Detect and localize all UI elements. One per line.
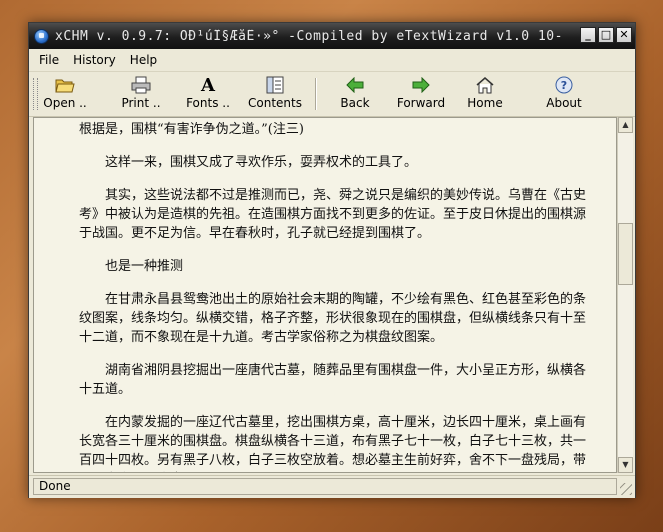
document-text: 根据是，围棋“有害诈争伪之道。”(注三) 这样一来，围棋又成了寻欢作乐，耍弄权术… bbox=[34, 118, 616, 472]
document-view[interactable]: 根据是，围棋“有害诈争伪之道。”(注三) 这样一来，围棋又成了寻欢作乐，耍弄权术… bbox=[33, 117, 617, 473]
status-text: Done bbox=[33, 478, 617, 495]
menu-help[interactable]: Help bbox=[130, 53, 157, 67]
minimize-button[interactable]: _ bbox=[580, 27, 596, 43]
title-bar[interactable]: xCHM v. 0.9.7: ÕÐ¹úÎ§ÆåÊ·»° -Compiled by… bbox=[29, 23, 635, 49]
back-button[interactable]: Back bbox=[333, 74, 377, 114]
vertical-scrollbar[interactable]: ▲ ▼ bbox=[617, 117, 633, 473]
back-label: Back bbox=[340, 96, 370, 110]
home-button[interactable]: Home bbox=[463, 74, 507, 114]
app-window: xCHM v. 0.9.7: ÕÐ¹úÎ§ÆåÊ·»° -Compiled by… bbox=[28, 22, 636, 498]
forward-label: Forward bbox=[396, 96, 446, 110]
forward-arrow-icon bbox=[393, 74, 449, 96]
font-glyph: A bbox=[201, 74, 215, 96]
scroll-down-arrow-icon[interactable]: ▼ bbox=[618, 457, 633, 473]
toolbar: Open .. Print .. A Fonts .. Contents Bac… bbox=[29, 72, 635, 117]
toolbar-separator bbox=[315, 78, 317, 110]
resize-grip-icon[interactable] bbox=[620, 483, 632, 495]
print-label: Print .. bbox=[121, 96, 161, 110]
contents-label: Contents bbox=[248, 96, 302, 110]
about-button[interactable]: ? About bbox=[541, 74, 587, 114]
menu-bar: File History Help bbox=[29, 49, 635, 72]
printer-icon bbox=[113, 74, 169, 96]
window-controls: _ □ ✕ bbox=[580, 27, 632, 43]
about-label: About bbox=[546, 96, 582, 110]
menu-file[interactable]: File bbox=[39, 53, 59, 67]
window-title: xCHM v. 0.9.7: ÕÐ¹úÎ§ÆåÊ·»° -Compiled by… bbox=[55, 28, 563, 44]
svg-text:?: ? bbox=[561, 79, 567, 92]
help-question-icon: ? bbox=[541, 74, 587, 96]
contents-icon bbox=[245, 74, 305, 96]
forward-button[interactable]: Forward bbox=[393, 74, 449, 114]
paragraph: 在内蒙发掘的一座辽代古墓里，挖出围棋方桌，高十厘米，边长四十厘米，桌上画有长宽各… bbox=[79, 415, 587, 468]
paragraph: 这样一来，围棋又成了寻欢作乐，耍弄权术的工具了。 bbox=[105, 155, 418, 170]
paragraph: 也是一种推测 bbox=[105, 259, 184, 274]
back-arrow-icon bbox=[333, 74, 377, 96]
paragraph: 湖南省湘阴县挖掘出一座唐代古墓，随葬品里有围棋盘一件，大小呈正方形，纵横各十五道… bbox=[79, 363, 587, 397]
app-icon[interactable] bbox=[34, 28, 49, 44]
paragraph: 根据是，围棋“有害诈争伪之道。”(注三) bbox=[79, 122, 304, 137]
status-bar: Done bbox=[29, 475, 635, 498]
open-label: Open .. bbox=[43, 96, 87, 110]
close-button[interactable]: ✕ bbox=[616, 27, 632, 43]
paragraph: 其实，这些说法都不过是推测而已，尧、舜之说只是编织的美妙传说。乌曹在《古史考》中… bbox=[79, 188, 587, 241]
contents-button[interactable]: Contents bbox=[245, 74, 305, 114]
maximize-button[interactable]: □ bbox=[598, 27, 614, 43]
open-button[interactable]: Open .. bbox=[39, 74, 91, 114]
paragraph: 在甘肃永昌县鸳鸯池出土的原始社会末期的陶罐，不少绘有黑色、红色甚至彩色的条纹图案… bbox=[79, 292, 587, 345]
home-label: Home bbox=[467, 96, 503, 110]
scrollbar-thumb[interactable] bbox=[618, 223, 633, 285]
fonts-button[interactable]: A Fonts .. bbox=[181, 74, 235, 114]
menu-history[interactable]: History bbox=[73, 53, 116, 67]
scroll-up-arrow-icon[interactable]: ▲ bbox=[618, 117, 633, 133]
print-button[interactable]: Print .. bbox=[113, 74, 169, 114]
open-folder-icon bbox=[39, 74, 91, 96]
fonts-label: Fonts .. bbox=[186, 96, 230, 110]
toolbar-grip[interactable] bbox=[33, 78, 38, 110]
font-icon: A bbox=[181, 74, 235, 96]
home-icon bbox=[463, 74, 507, 96]
